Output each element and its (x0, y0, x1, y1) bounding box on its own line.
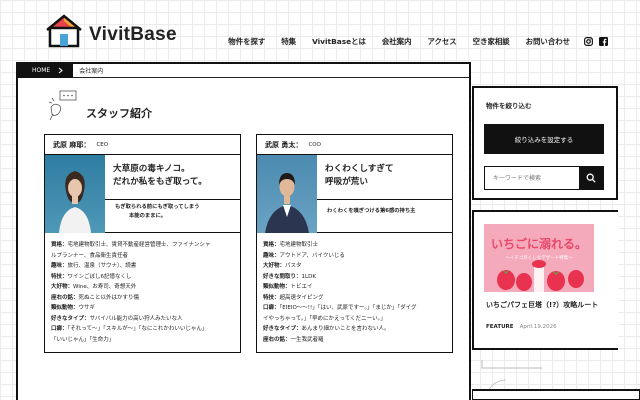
search-button[interactable] (579, 167, 603, 189)
chevron-right-icon (58, 67, 64, 74)
sub-line-2: 本能のままに。 (129, 213, 167, 219)
profile-row: 好きなタイプ：あんまり細かいことを言わない人。 (263, 326, 390, 332)
staff-role: COO (308, 141, 321, 148)
feature-article-card[interactable]: いちごに溺れる。 〜イチゴ尽くしなデザート特集〜 いちごパフェ巨塔（!?）攻略ル… (472, 210, 618, 350)
social-links (584, 37, 608, 46)
profile-row: 口癖：「EIEIO〜〜!!」「はい、武原ですー。」「まじか」「ダイグ (263, 305, 417, 311)
page-title: スタッフ紹介 (86, 107, 152, 120)
catch-line-1: わくわくしすぎて (325, 164, 394, 174)
staff-photo (257, 155, 317, 233)
staff-card: 武原 麻耶： CEO 大草原の毒キノコ。 だれか私をもぎ取って。 もぎ取られる前… (44, 134, 241, 353)
floorplan-decoration (472, 360, 640, 400)
brand-logo[interactable]: VivitBase (44, 14, 177, 48)
staff-subcopy: もぎ取られる前にもぎ取ってしまう 本能のままに。 (115, 203, 200, 221)
sub-line-1: もぎ取られる前にもぎ取ってしまう (115, 204, 200, 210)
catch-line-2: だれか私をもぎ取って。 (113, 177, 207, 187)
staff-card: 武原 勇太： COO わくわくしすぎて 呼吸が荒い わくわくを嗅ぎつける第6感の… (256, 134, 453, 353)
breadcrumb-current: 会社案内 (79, 68, 104, 75)
profile-row: 特技：超高速タイピング (263, 294, 324, 301)
thumbnail-headline: いちごに溺れる。 (491, 236, 587, 251)
article-title[interactable]: いちごパフェ巨塔（!?）攻略ルート (486, 300, 604, 311)
breadcrumb: HOME 会社案内 (18, 63, 469, 78)
profile-row: 好きな間取り：1LDK (263, 273, 316, 280)
breadcrumb-home[interactable]: HOME (18, 63, 74, 78)
staff-subcopy: わくわくを嗅ぎつける第6感の持ち主 (327, 207, 415, 216)
nav-contact[interactable]: お問い合わせ (518, 36, 578, 47)
profile-row: ルプランナー、食品衛生責任者 (51, 252, 128, 259)
staff-role: CEO (96, 141, 109, 148)
speech-bubble-icon (48, 90, 77, 121)
staff-name: 武原 麻耶： (53, 140, 91, 149)
nav-access[interactable]: アクセス (419, 36, 464, 47)
profile-row: 趣味：アウトドア、バイクいじる (263, 252, 345, 259)
staff-catchphrase: わくわくしすぎて 呼吸が荒い (325, 163, 394, 189)
filter-title: 物件を絞り込む (486, 102, 532, 110)
main-content: HOME 会社案内 スタッフ紹介 武原 麻耶： CEO 大草原の毒キノコ。 だれ… (16, 62, 471, 400)
house-logo-icon (44, 14, 84, 48)
profile-row: 口癖：「それって〜」「スキルが〜」「なにこれかわいいじゃん」 (51, 326, 208, 332)
breadcrumb-home-label: HOME (32, 67, 51, 74)
article-category[interactable]: FEATURE (486, 324, 514, 330)
profile-row: 大好物：Wine、お寿司、奇想天外 (51, 284, 137, 290)
keyword-search (484, 166, 604, 190)
article-date: April.19.2026 (519, 324, 557, 330)
facebook-icon[interactable] (599, 37, 608, 46)
profile-row: 座右の銘：死ぬこと以外はかすり傷 (51, 294, 140, 301)
sub-line-1: わくわくを嗅ぎつける第6感の持ち主 (327, 208, 416, 214)
profile-row: 特技：ワインごぼし6記憶なくし (51, 273, 132, 280)
staff-name-row: 武原 麻耶： CEO (45, 135, 240, 155)
profile-row: 大好物：パスタ (263, 263, 302, 269)
keyword-search-input[interactable] (485, 167, 579, 189)
profile-row: 資格：宅地建物取引士、賃貸不動産経営管理士、ファイナンシャ (51, 242, 211, 248)
main-nav: 物件を探す 特集 VivitBaseとは 会社案内 アクセス 空き家相談 お問い… (220, 36, 608, 47)
staff-photo (45, 155, 105, 233)
profile-row: 類似動物：ウサギ (51, 305, 96, 311)
catch-line-2: 呼吸が荒い (325, 177, 368, 187)
brand-name: VivitBase (89, 24, 177, 45)
search-icon (586, 173, 596, 183)
staff-profile: 資格：宅地建物取引士、賃貸不動産経営管理士、ファイナンシャ ルプランナー、食品衛… (45, 233, 240, 352)
thumbnail-subhead: 〜イチゴ尽くしなデザート特集〜 (505, 254, 573, 261)
filter-panel: 物件を絞り込む 絞り込みを設定する (472, 86, 618, 200)
instagram-icon[interactable] (584, 37, 593, 46)
profile-row: 趣味：旅行、温泉（サウナ）、読書 (51, 263, 137, 269)
profile-row: 類似動物：トビエイ (263, 284, 313, 290)
catch-line-1: 大草原の毒キノコ。 (113, 164, 190, 174)
staff-profile: 資格：宅地建物取引士 趣味：アウトドア、バイクいじる 大好物：パスタ 好きな間取… (257, 233, 452, 352)
nav-search-property[interactable]: 物件を探す (220, 36, 273, 47)
nav-about[interactable]: VivitBaseとは (304, 36, 374, 47)
profile-row: 資格：宅地建物取引士 (263, 242, 319, 248)
staff-catchphrase: 大草原の毒キノコ。 だれか私をもぎ取って。 (113, 163, 207, 189)
profile-row: 「いいじゃん」「生命力」 (51, 336, 115, 343)
article-meta: FEATURE April.19.2026 (486, 324, 557, 330)
profile-row: 好きなタイプ：サバイバル能力の高い狩人みたいな人 (51, 315, 183, 322)
filter-settings-button[interactable]: 絞り込みを設定する (484, 124, 604, 154)
profile-row: イやっちゃって。」「早めにかえってくだニーい。」 (263, 315, 386, 322)
site-header: VivitBase 物件を探す 特集 VivitBaseとは 会社案内 アクセス… (0, 0, 640, 62)
nav-company[interactable]: 会社案内 (374, 36, 420, 47)
staff-name-row: 武原 勇太： COO (257, 135, 452, 155)
nav-feature[interactable]: 特集 (273, 36, 304, 47)
article-thumbnail[interactable]: いちごに溺れる。 〜イチゴ尽くしなデザート特集〜 (484, 224, 594, 292)
nav-vacant-consult[interactable]: 空き家相談 (465, 36, 518, 47)
profile-row: 座右の銘：一生我武者羅 (263, 336, 324, 343)
section-heading: スタッフ紹介 (46, 90, 152, 124)
staff-name: 武原 勇太： (265, 140, 303, 149)
